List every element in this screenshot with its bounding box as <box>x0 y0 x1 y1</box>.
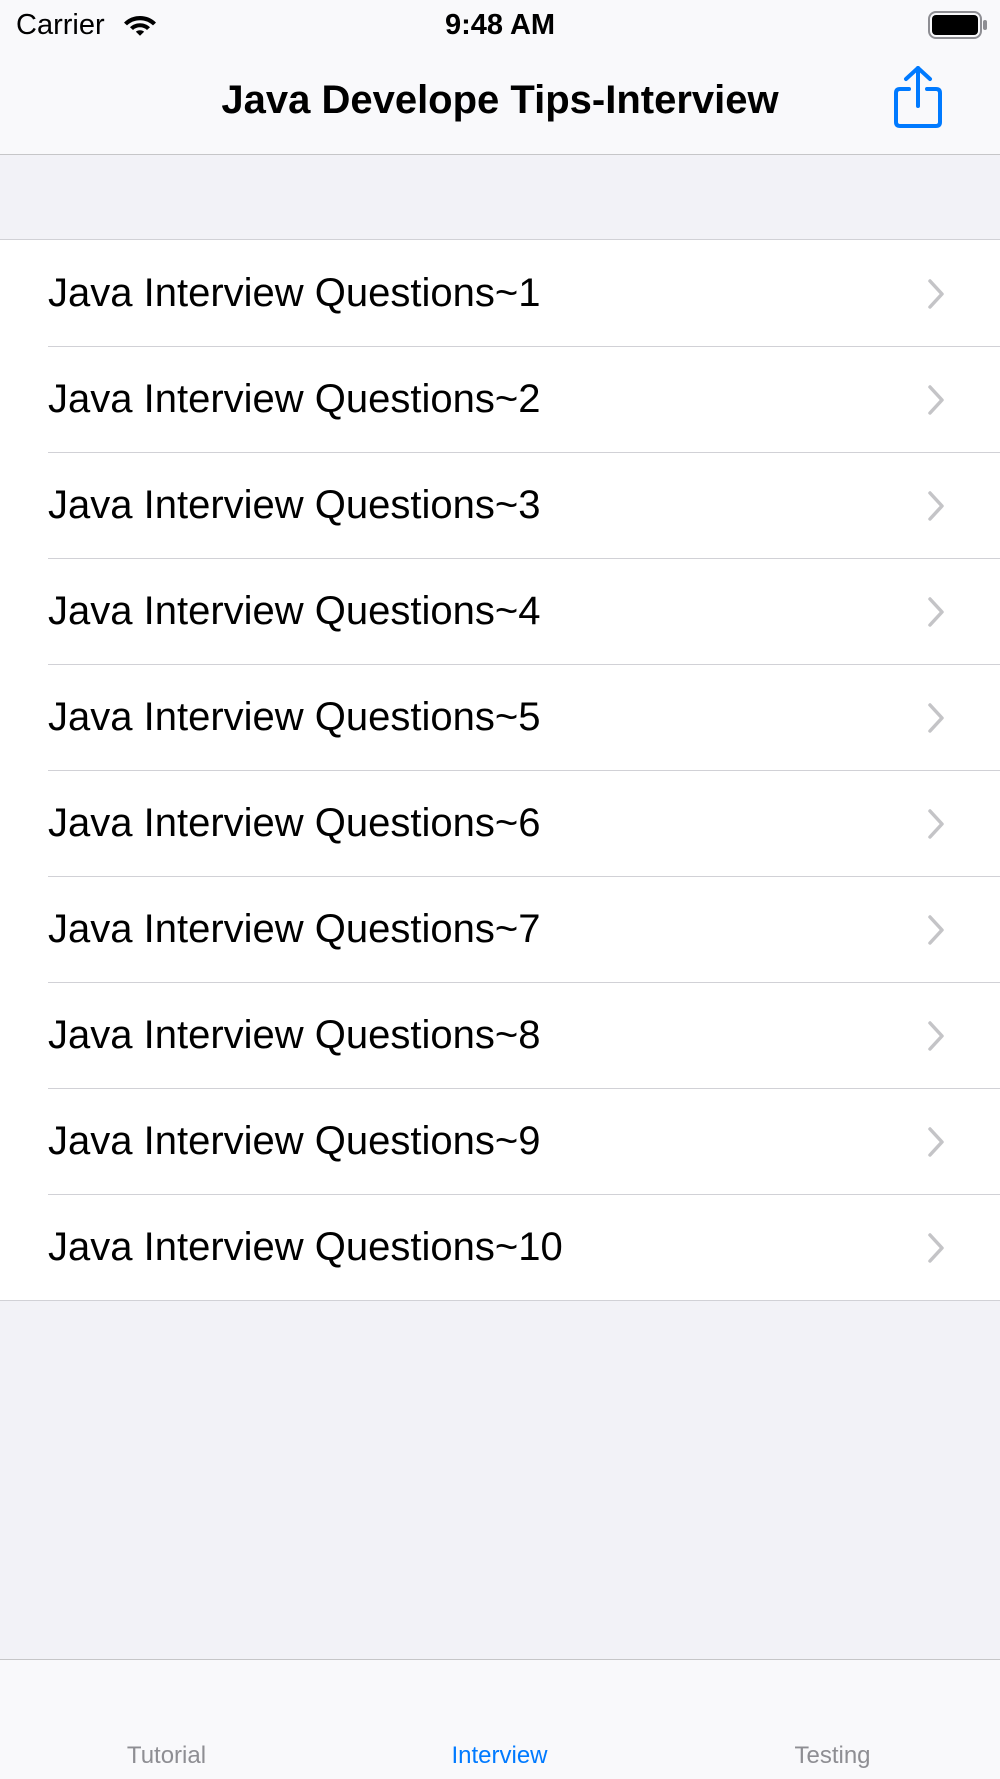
list-item-label: Java Interview Questions~7 <box>48 907 541 951</box>
list-item-label: Java Interview Questions~10 <box>48 1225 563 1269</box>
chevron-right-icon <box>928 703 944 733</box>
chevron-right-icon <box>928 385 944 415</box>
chevron-right-icon <box>928 1127 944 1157</box>
chevron-right-icon <box>928 1233 944 1263</box>
tab-label: Tutorial <box>126 1742 207 1769</box>
status-bar: Carrier 9:48 AM <box>0 0 1000 52</box>
list-item-label: Java Interview Questions~3 <box>48 483 541 527</box>
list-item[interactable]: Java Interview Questions~2 <box>0 346 1000 452</box>
status-time: 9:48 AM <box>444 9 556 41</box>
list-item-label: Java Interview Questions~4 <box>48 589 541 633</box>
list-item[interactable]: Java Interview Questions~6 <box>0 770 1000 876</box>
list-item[interactable]: Java Interview Questions~5 <box>0 664 1000 770</box>
list-item-label: Java Interview Questions~1 <box>48 271 541 315</box>
list-item-label: Java Interview Questions~8 <box>48 1013 541 1057</box>
tab-label: Interview <box>451 1742 548 1769</box>
tab-tutorial[interactable]: Tutorial <box>0 1660 333 1779</box>
share-icon <box>894 66 942 128</box>
tab-bar: Tutorial Interview Testing <box>0 1659 1000 1779</box>
interview-question-list: Java Interview Questions~1 Java Interview… <box>0 239 1000 1301</box>
list-item-label: Java Interview Questions~6 <box>48 801 541 845</box>
page-title: Java Develope Tips-Interview <box>221 78 779 122</box>
list-item[interactable]: Java Interview Questions~10 <box>0 1194 1000 1300</box>
list-item[interactable]: Java Interview Questions~8 <box>0 982 1000 1088</box>
list-item-label: Java Interview Questions~9 <box>48 1119 541 1163</box>
list-item-label: Java Interview Questions~5 <box>48 695 541 739</box>
chevron-right-icon <box>928 491 944 521</box>
chevron-right-icon <box>928 597 944 627</box>
list-item[interactable]: Java Interview Questions~1 <box>0 240 1000 346</box>
list-item-label: Java Interview Questions~2 <box>48 377 541 421</box>
chevron-right-icon <box>928 809 944 839</box>
battery-icon <box>928 11 987 39</box>
chevron-right-icon <box>928 1021 944 1051</box>
tab-interview[interactable]: Interview <box>333 1660 666 1779</box>
list-item[interactable]: Java Interview Questions~7 <box>0 876 1000 982</box>
list-item[interactable]: Java Interview Questions~4 <box>0 558 1000 664</box>
tab-testing[interactable]: Testing <box>666 1660 999 1779</box>
list-item[interactable]: Java Interview Questions~3 <box>0 452 1000 558</box>
list-item[interactable]: Java Interview Questions~9 <box>0 1088 1000 1194</box>
share-button[interactable] <box>892 66 944 138</box>
navigation-bar: Java Develope Tips-Interview <box>0 52 1000 155</box>
tab-label: Testing <box>794 1742 871 1769</box>
chevron-right-icon <box>928 915 944 945</box>
chevron-right-icon <box>928 279 944 309</box>
